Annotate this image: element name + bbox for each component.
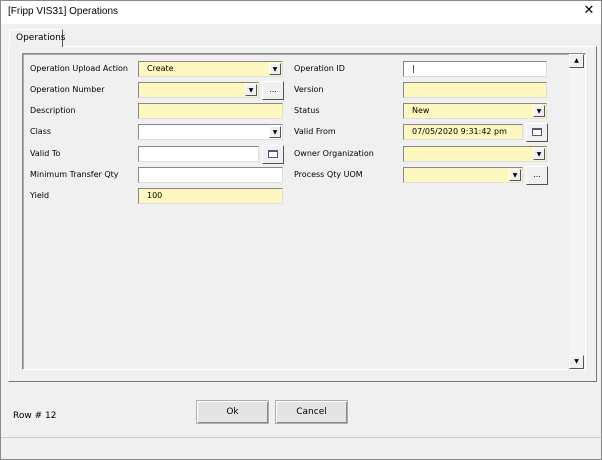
valid-to-label: Valid To <box>30 149 61 158</box>
operation-upload-action-value: Create <box>147 64 174 73</box>
operation-id-label: Operation ID <box>294 64 345 73</box>
calendar-icon <box>268 150 278 158</box>
scroll-down-icon[interactable]: ▼ <box>569 355 584 369</box>
yield-label: Yield <box>30 191 50 200</box>
ok-button[interactable]: Ok <box>196 400 269 424</box>
description-label: Description <box>30 106 76 115</box>
valid-from-input[interactable]: 07/05/2020 9:31:42 pm <box>403 124 523 140</box>
tab-operations[interactable]: Operations <box>9 29 65 47</box>
row-number: Row # 12 <box>13 411 57 421</box>
operation-upload-action-label: Operation Upload Action <box>30 64 128 73</box>
chevron-down-icon[interactable]: ▼ <box>269 63 281 75</box>
form-frame <box>22 53 586 370</box>
minimum-transfer-qty-input[interactable] <box>138 167 283 183</box>
version-input[interactable] <box>403 82 547 98</box>
operation-id-input[interactable]: | <box>403 61 547 77</box>
status-value: New <box>412 106 430 115</box>
owner-organization-dropdown[interactable]: ▼ <box>403 146 547 162</box>
chevron-down-icon[interactable]: ▼ <box>269 126 281 138</box>
chevron-down-icon[interactable]: ▼ <box>533 148 545 160</box>
divider <box>1 437 601 438</box>
description-input[interactable] <box>138 103 283 119</box>
window-title: [Fripp VIS31] Operations <box>8 6 119 17</box>
text-cursor: | <box>412 64 415 73</box>
valid-from-value: 07/05/2020 9:31:42 pm <box>412 127 507 136</box>
process-qty-uom-label: Process Qty UOM <box>294 170 363 179</box>
valid-from-calendar-button[interactable] <box>526 123 548 142</box>
process-qty-uom-dropdown[interactable]: ▼ <box>403 167 523 183</box>
class-dropdown[interactable]: ▼ <box>138 124 283 140</box>
scroll-up-icon[interactable]: ▲ <box>569 54 584 68</box>
close-icon[interactable]: ✕ <box>581 3 597 18</box>
version-label: Version <box>294 85 324 94</box>
status-label: Status <box>294 106 320 115</box>
operation-number-lookup-button[interactable]: ... <box>262 81 284 100</box>
valid-to-input[interactable] <box>138 146 259 162</box>
operation-number-dropdown[interactable]: ▼ <box>138 82 259 98</box>
valid-to-calendar-button[interactable] <box>262 145 284 164</box>
vertical-scrollbar[interactable]: ▲ ▼ <box>569 54 584 369</box>
owner-organization-label: Owner Organization <box>294 149 374 158</box>
calendar-icon <box>532 128 542 136</box>
chevron-down-icon[interactable]: ▼ <box>509 169 521 181</box>
yield-input[interactable]: 100 <box>138 188 283 204</box>
process-qty-uom-lookup-button[interactable]: ... <box>526 166 548 185</box>
class-label: Class <box>30 127 52 136</box>
yield-value: 100 <box>147 191 163 200</box>
operation-number-label: Operation Number <box>30 85 105 94</box>
status-dropdown[interactable]: New ▼ <box>403 103 547 119</box>
valid-from-label: Valid From <box>294 127 336 136</box>
operation-upload-action-dropdown[interactable]: Create ▼ <box>138 61 283 77</box>
chevron-down-icon[interactable]: ▼ <box>245 84 257 96</box>
chevron-down-icon[interactable]: ▼ <box>533 105 545 117</box>
minimum-transfer-qty-label: Minimum Transfer Qty <box>30 170 119 179</box>
cancel-button[interactable]: Cancel <box>275 400 348 424</box>
